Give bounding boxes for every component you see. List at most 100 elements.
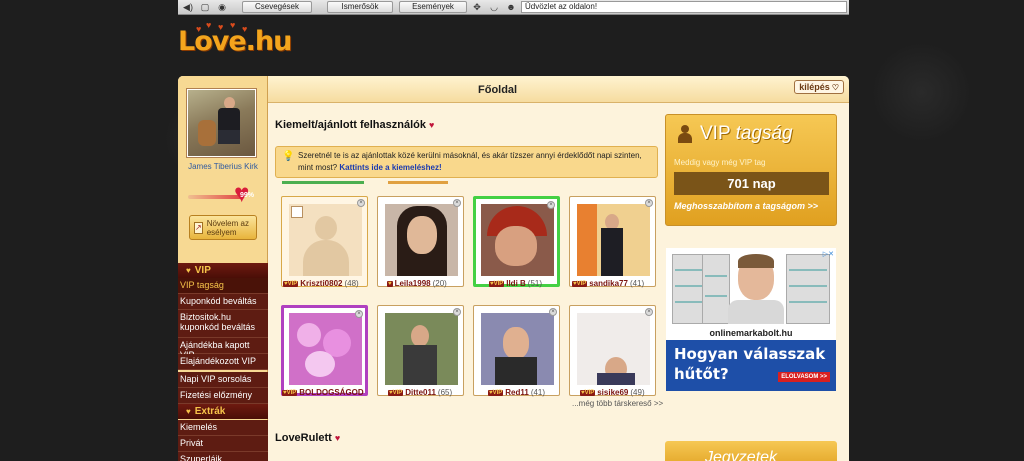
tab-chats[interactable]: Csevegések xyxy=(242,1,312,13)
user-card[interactable]: × xyxy=(569,305,656,396)
sidebar-item-vip-membership[interactable]: VIP tagság xyxy=(178,278,268,294)
close-icon[interactable]: × xyxy=(453,308,461,316)
chance-percent: 99% xyxy=(240,192,255,199)
user-card[interactable]: × xyxy=(377,196,464,287)
highlight-link[interactable]: Kattints ide a kiemeléshez! xyxy=(339,163,441,172)
online-strip xyxy=(282,181,364,184)
logo-text: Love.hu xyxy=(178,26,292,57)
user-photo[interactable] xyxy=(481,204,554,276)
user-caption[interactable]: ♥VIP BOLDOGSÁGOD xyxy=(282,388,364,397)
vip-badge: ♥VIP xyxy=(489,280,505,287)
close-icon[interactable]: × xyxy=(453,199,461,207)
vip-title: VIP tagság xyxy=(700,123,793,144)
user-card[interactable]: × xyxy=(569,196,656,287)
user-caption[interactable]: ♥VIP sisike69 (49) xyxy=(580,388,645,397)
tab-friends[interactable]: Ismerősök xyxy=(327,1,393,13)
close-icon[interactable]: × xyxy=(645,308,653,316)
user-caption[interactable]: ♥VIP Kriszti0802 (48) xyxy=(283,279,359,288)
boost-button[interactable]: ↗ Növelem az esélyem xyxy=(189,215,257,240)
sound-icon[interactable]: ◀) xyxy=(181,1,195,13)
chart-up-icon: ↗ xyxy=(194,221,203,234)
user-card[interactable]: × xyxy=(473,196,560,287)
chance-meter: ♥ 99% xyxy=(188,180,258,206)
user-photo[interactable] xyxy=(385,313,458,385)
extras-section-heading: ♥ Extrák xyxy=(178,404,268,419)
close-icon[interactable]: × xyxy=(355,310,363,318)
notes-label: Jegyzetek xyxy=(705,449,778,461)
sidebar-item-payment-history[interactable]: Fizetési előzmény xyxy=(178,388,268,404)
featured-title: Kiemelt/ajánlott felhasználók ♥ xyxy=(275,119,435,131)
user-caption[interactable]: ♥VIP Ildi B (51) xyxy=(489,279,542,288)
sidebar-item-gifted-vip[interactable]: Ajándékba kapott VIP xyxy=(178,338,268,360)
fridge-icon xyxy=(786,254,830,324)
roulette-title: LoveRulett ♥ xyxy=(275,432,341,444)
extend-membership-link[interactable]: Meghosszabbítom a tagságom >> xyxy=(674,201,818,211)
user-photo[interactable] xyxy=(577,313,650,385)
greeting-field: Üdvözlet az oldalon! xyxy=(521,1,847,13)
top-toolbar: ◀) ▢ ◉ Csevegések Ismerősök Események ✥ … xyxy=(178,0,849,15)
lightbulb-icon: 💡 xyxy=(282,151,295,162)
sidebar-item-given-vip[interactable]: Elajándékozott VIP xyxy=(178,354,268,370)
user-caption[interactable]: ♥VIP Ditte011 (65) xyxy=(388,388,452,397)
sidebar: James Tiberius Kirk ♥ 99% ↗ Növelem az e… xyxy=(178,76,268,461)
eye-icon[interactable]: ◉ xyxy=(215,1,229,13)
user-caption[interactable]: ♥ Leila1998 (20) xyxy=(387,279,447,288)
placeholder-icon xyxy=(291,206,303,218)
logout-label: kilépés xyxy=(799,82,830,92)
user-photo[interactable] xyxy=(385,204,458,276)
user-card[interactable]: × xyxy=(281,196,368,287)
user-photo[interactable] xyxy=(481,313,554,385)
ad-cta-button[interactable]: ELOLVASOM >> xyxy=(778,372,830,382)
close-icon[interactable]: × xyxy=(547,201,555,209)
logo[interactable]: ♥ ♥ ♥ ♥ ♥ Love.hu xyxy=(176,20,296,72)
lips-icon[interactable]: ◡ xyxy=(487,1,501,13)
vip-membership-box: VIP tagság Meddig vagy még VIP tag 701 n… xyxy=(665,114,837,226)
adchoices-icon[interactable]: ▷✕ xyxy=(823,250,834,258)
vip-section-heading: ♥ VIP xyxy=(178,263,268,278)
user-card[interactable]: × xyxy=(473,305,560,396)
user-photo[interactable] xyxy=(289,204,362,276)
heart-icon: ♥ xyxy=(334,433,341,443)
advertisement[interactable]: onlinemarkabolt.hu ▷✕ Hogyan válasszak h… xyxy=(666,248,836,391)
user-photo[interactable] xyxy=(577,204,650,276)
sidebar-item-coupon[interactable]: Kuponkód beváltás xyxy=(178,294,268,310)
boost-label: Növelem az esélyem xyxy=(206,218,249,237)
ad-banner: Hogyan válasszak hűtőt? ELOLVASOM >> xyxy=(666,340,836,391)
move-icon[interactable]: ✥ xyxy=(470,1,484,13)
vip-badge: ♥VIP xyxy=(572,280,588,287)
close-icon[interactable]: × xyxy=(357,199,365,207)
mask-icon[interactable]: ☻ xyxy=(504,1,518,13)
close-icon[interactable]: × xyxy=(549,308,557,316)
sidebar-item-highlight[interactable]: Kiemelés xyxy=(178,420,268,436)
more-users-link[interactable]: ...még több társkereső >> xyxy=(572,399,663,408)
chat-icon[interactable]: ▢ xyxy=(198,1,212,13)
vip-badge: ♥ xyxy=(387,280,393,287)
avatar[interactable] xyxy=(186,88,257,158)
vip-badge: ♥VIP xyxy=(388,389,404,396)
close-icon[interactable]: × xyxy=(645,199,653,207)
vip-badge: ♥VIP xyxy=(580,389,596,396)
vip-days-remaining: 701 nap xyxy=(674,172,829,195)
heart-icon: ♥ xyxy=(429,120,435,130)
sidebar-item-superlike[interactable]: Szuperlájk xyxy=(178,452,268,461)
vip-badge: ♥VIP xyxy=(488,389,504,396)
online-strip xyxy=(388,181,448,184)
user-caption[interactable]: ♥VIP sandika77 (41) xyxy=(572,279,644,288)
sidebar-item-daily-vip-draw[interactable]: Napi VIP sorsolás xyxy=(178,372,268,388)
fridge-icon xyxy=(672,254,706,324)
vip-badge: ♥VIP xyxy=(283,280,299,287)
sidebar-item-private[interactable]: Privát xyxy=(178,436,268,452)
profile-name[interactable]: James Tiberius Kirk xyxy=(178,162,268,171)
ad-image: onlinemarkabolt.hu xyxy=(666,248,836,340)
page-title: Főoldal xyxy=(478,84,518,96)
vip-subtitle: Meddig vagy még VIP tag xyxy=(674,158,766,167)
user-photo[interactable] xyxy=(289,313,362,385)
tab-events[interactable]: Események xyxy=(399,1,467,13)
user-card[interactable]: × xyxy=(281,305,368,396)
user-card[interactable]: × xyxy=(377,305,464,396)
logout-button[interactable]: kilépés ♡ xyxy=(794,80,844,94)
user-caption[interactable]: ♥VIP Red11 (41) xyxy=(488,388,545,397)
featured-info-box: 💡 Szeretnél te is az ajánlottak közé ker… xyxy=(275,146,658,178)
sidebar-item-biztositok-coupon[interactable]: Biztositok.hu kuponkód beváltás xyxy=(178,310,268,338)
notes-box[interactable]: Jegyzetek xyxy=(665,441,837,461)
